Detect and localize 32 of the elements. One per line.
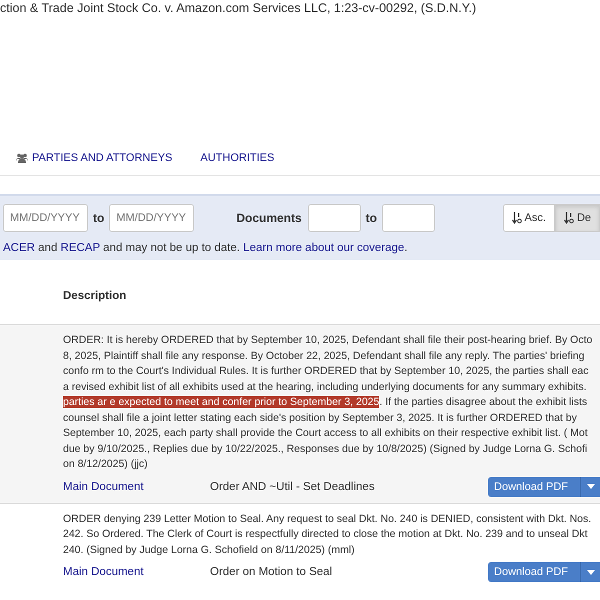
- column-header: Description: [62, 290, 128, 304]
- main-document-link[interactable]: Main Document: [63, 480, 210, 492]
- sort-button[interactable]: De: [554, 204, 600, 232]
- range-separator: to: [93, 211, 104, 225]
- tab[interactable]: PARTIES AND ATTORNEYS: [16, 152, 172, 172]
- download-pdf-button[interactable]: Download PDF: [488, 476, 580, 496]
- sort-descending-icon: [564, 212, 574, 224]
- sort-button[interactable]: Asc.: [502, 204, 555, 232]
- notice-link[interactable]: ACER: [3, 242, 35, 254]
- document-type: Order on Motion to Seal: [210, 566, 332, 578]
- entry-description: ORDER: It is hereby ORDERED that by September 10, 2025, Defendant shall file their post-hearing brief. By Octo 8, 2025, Plaintiff shall file any response. By October 22, 2025, Defendant shall file any reply. The parties' briefing confo rm to the Court's Individual Rules. It is further ORDERED that by September 10, 2025, the parties shall eac a revised exhibit list of all exhibits used at the hearing, including underlying documents for any summary exhibits. parties ar e expected to meet and confer prior to September 3, 2025. If the parties disagree about the exhibit lists counsel shall file a joint letter stating each side's position by September 3, 2025. It is further ORDERED that by September 10, 2025, each party shall provide the Court access to all exhibits on their respective exhibit list. ( Mot due by 9/10/2025., Replies due by 10/22/2025., Responses due by 10/8/2025) (Signed by Judge Lorna G. Schofi on 8/12/2025) (jjc): [63, 333, 594, 472]
- entry-description: ORDER denying 239 Letter Motion to Seal. Any request to seal Dkt. No. 240 is DENIED, consistent with Dkt. Nos. 242. So Ordered. The Clerk of Court is respectfully directed to close the motion at Dkt. No. 239 and to unseal Dkt 240. (Signed by Judge Lorna G. Schofield on 8/11/2025) (mml): [63, 512, 592, 558]
- date-from-field[interactable]: MM/DD/YYYY: [3, 204, 88, 232]
- dropdown-button[interactable]: [580, 476, 600, 496]
- caret-icon: [586, 570, 594, 574]
- documents-label: Documents: [236, 211, 302, 225]
- range-separator: to: [366, 211, 377, 225]
- dropdown-button[interactable]: [580, 562, 600, 582]
- notice-link[interactable]: Learn more about our coverage: [243, 242, 404, 254]
- document-from-field[interactable]: [308, 204, 361, 232]
- caret-icon: [586, 484, 594, 489]
- tab[interactable]: AUTHORITIES: [200, 152, 274, 172]
- notice-link[interactable]: RECAP: [60, 242, 100, 254]
- main-document-link[interactable]: Main Document: [63, 566, 210, 578]
- download-pdf-button[interactable]: Download PDF: [488, 562, 580, 582]
- document-type: Order AND ~Util - Set Deadlines: [210, 480, 375, 492]
- people-icon: [16, 153, 28, 163]
- coverage-notice: ACER and RECAP and may not be up to date. Learn more about our coverage.: [3, 242, 408, 254]
- sort-ascending-icon: [512, 212, 522, 224]
- document-to-field[interactable]: [382, 204, 435, 232]
- date-to-field[interactable]: MM/DD/YYYY: [109, 204, 194, 232]
- case-title: ction & Trade Joint Stock Co. v. Amazon.com Services LLC, 1:23-cv-00292, (S.D.N.Y.): [0, 0, 478, 17]
